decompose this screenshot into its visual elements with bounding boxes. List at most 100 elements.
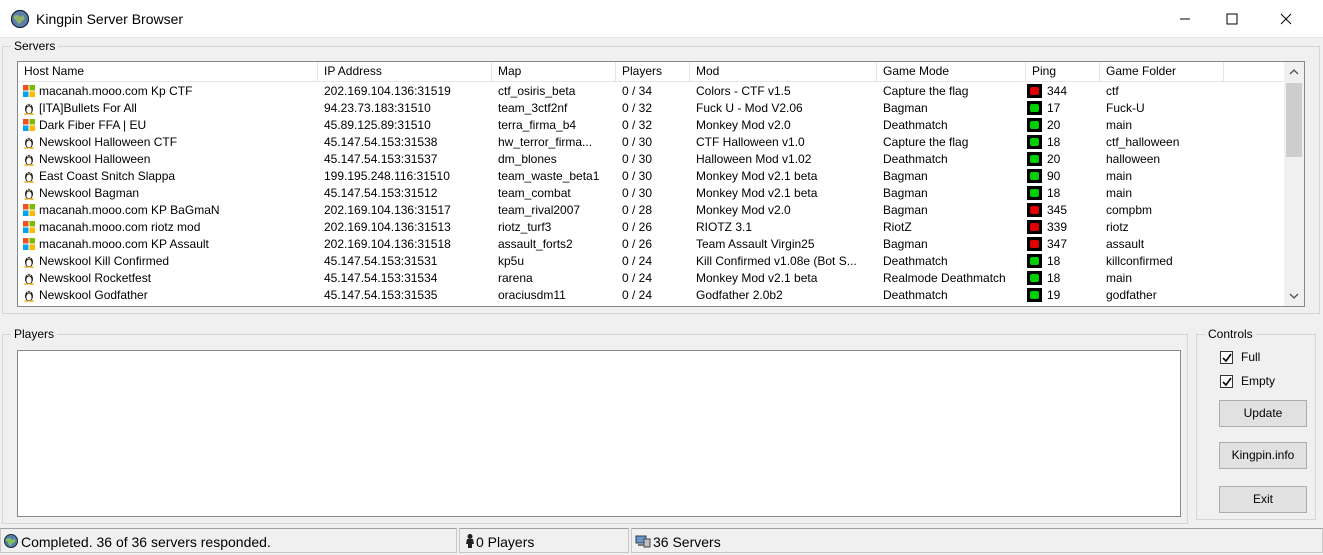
cell-ping: 339 <box>1047 220 1068 234</box>
cell-players: 0 / 26 <box>622 220 653 234</box>
server-row[interactable]: [ITA]Bullets For All 94.23.73.183:31510 te… <box>18 100 1284 117</box>
cell-game-folder: ctf <box>1106 84 1119 98</box>
cell-map: kp5u <box>498 254 525 268</box>
cell-map: hw_terror_firma... <box>498 135 593 149</box>
cell-mod: Team Assault Virgin25 <box>696 237 815 251</box>
exit-button[interactable]: Exit <box>1219 486 1307 513</box>
ping-status-icon <box>1027 237 1042 251</box>
ping-status-icon <box>1027 101 1042 115</box>
cell-players: 0 / 30 <box>622 135 653 149</box>
cell-ip-address: 45.147.54.153:31531 <box>324 254 438 268</box>
cell-mod: Fuck U - Mod V2.06 <box>696 101 803 115</box>
cell-ping: 347 <box>1047 237 1068 251</box>
cell-host-name: macanah.mooo.com KP BaGmaN <box>39 203 220 217</box>
title-bar: Kingpin Server Browser <box>0 0 1323 38</box>
cell-ip-address: 45.89.125.89:31510 <box>324 118 431 132</box>
cell-game-folder: main <box>1106 271 1133 285</box>
status-players: 0 Players <box>476 534 535 550</box>
cell-game-folder: main <box>1106 169 1133 183</box>
cell-game-mode: Bagman <box>883 237 928 251</box>
column-players[interactable]: Players <box>616 62 690 82</box>
server-row[interactable]: Newskool Kill Confirmed 45.147.54.153:315… <box>18 253 1284 270</box>
windows-logo-icon <box>22 84 36 98</box>
server-row[interactable]: Newskool Bagman 45.147.54.153:31512 team_c… <box>18 185 1284 202</box>
maximize-button[interactable] <box>1210 0 1256 38</box>
cell-ping: 17 <box>1047 101 1061 115</box>
kingpin-info-button[interactable]: Kingpin.info <box>1219 442 1307 469</box>
cell-map: team_rival2007 <box>498 203 581 217</box>
update-button[interactable]: Update <box>1219 400 1307 427</box>
cell-map: assault_forts2 <box>498 237 573 251</box>
scroll-down-button[interactable] <box>1284 286 1304 306</box>
status-pane-message: Completed. 36 of 36 servers responded. <box>0 528 457 553</box>
column-game-folder[interactable]: Game Folder <box>1100 62 1224 82</box>
cell-ip-address: 202.169.104.136:31517 <box>324 203 451 217</box>
column-ping[interactable]: Ping <box>1026 62 1100 82</box>
server-row[interactable]: macanah.mooo.com riotz mod 202.169.104.13… <box>18 219 1284 236</box>
column-game-mode[interactable]: Game Mode <box>877 62 1026 82</box>
cell-players: 0 / 26 <box>622 237 653 251</box>
minimize-icon <box>1180 18 1190 20</box>
server-row[interactable]: Newskool Halloween CTF 45.147.54.153:3153… <box>18 134 1284 151</box>
cell-mod: Kill Confirmed v1.08e (Bot S... <box>696 254 857 268</box>
status-pane-players: 0 Players <box>459 528 629 553</box>
cell-game-folder: compbm <box>1106 203 1153 217</box>
windows-logo-icon <box>22 203 36 217</box>
window-title: Kingpin Server Browser <box>36 11 184 27</box>
full-checkbox-box[interactable] <box>1220 351 1233 364</box>
status-pane-servers: 36 Servers <box>631 528 1323 553</box>
ping-status-icon <box>1027 152 1042 166</box>
cell-game-mode: Realmode Deathmatch <box>883 271 1006 285</box>
cell-ping: 18 <box>1047 186 1061 200</box>
server-row[interactable]: Newskool Halloween 45.147.54.153:31537 dm_… <box>18 151 1284 168</box>
cell-ip-address: 202.169.104.136:31519 <box>324 84 451 98</box>
cell-game-mode: Bagman <box>883 203 928 217</box>
cell-ip-address: 45.147.54.153:31512 <box>324 186 438 200</box>
linux-tux-icon <box>22 288 36 302</box>
controls-group-label: Controls <box>1205 327 1256 341</box>
linux-tux-icon <box>22 152 36 166</box>
column-ip-address[interactable]: IP Address <box>318 62 492 82</box>
cell-mod: Colors - CTF v1.5 <box>696 84 791 98</box>
server-row[interactable]: Dark Fiber FFA | EU 45.89.125.89:31510 ter… <box>18 117 1284 134</box>
server-row[interactable]: Newskool Rocketfest 45.147.54.153:31534 ra… <box>18 270 1284 287</box>
linux-tux-icon <box>22 135 36 149</box>
cell-ip-address: 45.147.54.153:31534 <box>324 271 438 285</box>
servers-group-label: Servers <box>11 39 59 53</box>
cell-players: 0 / 28 <box>622 203 653 217</box>
cell-game-folder: killconfirmed <box>1106 254 1173 268</box>
server-row[interactable]: macanah.mooo.com KP BaGmaN 202.169.104.13… <box>18 202 1284 219</box>
column-mod[interactable]: Mod <box>690 62 877 82</box>
server-list-scrollbar[interactable] <box>1284 62 1304 306</box>
close-button[interactable] <box>1264 0 1310 38</box>
player-list[interactable] <box>17 350 1181 517</box>
column-map[interactable]: Map <box>492 62 616 82</box>
cell-host-name: macanah.mooo.com Kp CTF <box>39 84 193 98</box>
server-row[interactable]: Newskool Godfather 45.147.54.153:31535 ora… <box>18 287 1284 304</box>
empty-checkbox-box[interactable] <box>1220 375 1233 388</box>
server-row[interactable]: East Coast Snitch Slappa 199.195.248.116:… <box>18 168 1284 185</box>
server-row[interactable]: macanah.mooo.com Kp CTF 202.169.104.136:3… <box>18 83 1284 100</box>
linux-tux-icon <box>22 169 36 183</box>
checkmark-icon <box>1222 353 1232 363</box>
cell-game-mode: Capture the flag <box>883 135 969 149</box>
cell-players: 0 / 24 <box>622 254 653 268</box>
cell-mod: RIOTZ 3.1 <box>696 220 753 234</box>
ping-status-icon <box>1027 288 1042 302</box>
ping-status-icon <box>1027 254 1042 268</box>
scroll-up-button[interactable] <box>1284 62 1304 82</box>
cell-mod: Halloween Mod v1.02 <box>696 152 812 166</box>
server-rows: macanah.mooo.com Kp CTF 202.169.104.136:3… <box>18 83 1284 306</box>
checkmark-icon <box>1222 377 1232 387</box>
cell-players: 0 / 32 <box>622 101 653 115</box>
scroll-thumb[interactable] <box>1286 83 1302 157</box>
cell-host-name: Newskool Bagman <box>39 186 140 200</box>
server-list[interactable]: Host Name IP Address Map Players Mod Gam… <box>17 61 1305 307</box>
cell-map: rarena <box>498 271 533 285</box>
server-row[interactable]: macanah.mooo.com KP Assault 202.169.104.1… <box>18 236 1284 253</box>
ping-status-icon <box>1027 220 1042 234</box>
cell-ip-address: 45.147.54.153:31535 <box>324 288 438 302</box>
cell-host-name: macanah.mooo.com KP Assault <box>39 237 209 251</box>
minimize-button[interactable] <box>1163 0 1209 38</box>
column-host-name[interactable]: Host Name <box>18 62 318 82</box>
